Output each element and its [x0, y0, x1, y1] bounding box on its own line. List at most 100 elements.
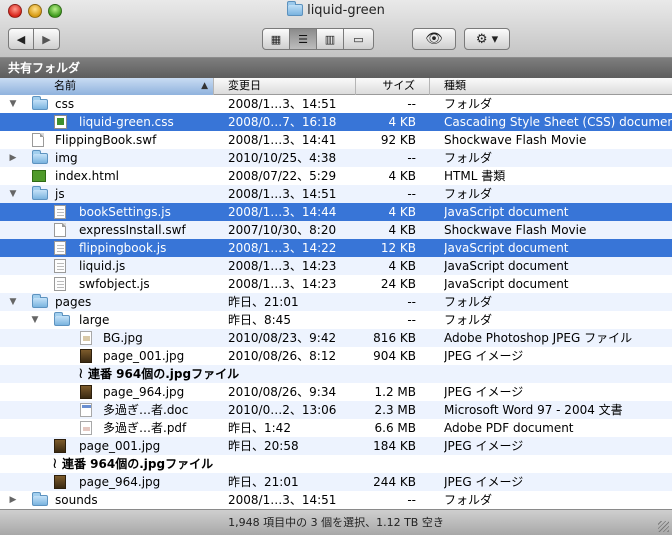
- file-kind: JavaScript document: [444, 259, 569, 273]
- file-row[interactable]: 多過ぎ…者.doc 2010/0…2、13:06 2.3 MB Microsoft W…: [0, 401, 672, 419]
- location-bar: 共有フォルダ: [0, 58, 672, 78]
- column-header-kind[interactable]: 種類: [430, 78, 672, 95]
- folder-row[interactable]: ▼ large 昨日、8:45 -- フォルダ: [0, 311, 672, 329]
- modified-date: 2008/1…3、14:51: [228, 187, 337, 201]
- file-name: liquid-green.css: [79, 115, 174, 129]
- modified-date: 昨日、20:58: [228, 439, 299, 453]
- sort-ascending-icon: ▲: [201, 81, 208, 91]
- file-row[interactable]: swfobject.js 2008/1…3、14:23 24 KB JavaScrip…: [0, 275, 672, 293]
- cover-flow-icon: ▭: [353, 32, 364, 46]
- name-cell: page_964.jpg: [0, 473, 214, 491]
- modified-date: 2010/08/26、9:34: [228, 385, 337, 399]
- jpeg-thumbnail-icon: [54, 475, 66, 489]
- file-row[interactable]: liquid-green.css 2008/0…7、16:18 4 KB Cascad…: [0, 113, 672, 131]
- file-name: page_964.jpg: [79, 475, 161, 489]
- disclosure-expanded-icon[interactable]: ▼: [8, 95, 18, 113]
- file-size: --: [407, 97, 416, 111]
- file-row[interactable]: flippingbook.js 2008/1…3、14:22 12 KB JavaSc…: [0, 239, 672, 257]
- file-row[interactable]: BG.jpg 2010/08/23、9:42 816 KB Adobe Photosh…: [0, 329, 672, 347]
- file-name: liquid.js: [79, 259, 126, 273]
- file-size: 4 KB: [388, 115, 416, 129]
- file-size: 24 KB: [380, 277, 416, 291]
- forward-button[interactable]: ▶: [33, 28, 60, 50]
- modified-date: 昨日、8:45: [228, 313, 291, 327]
- name-cell: BG.jpg: [0, 329, 214, 347]
- file-name: 多過ぎ…者.doc: [103, 403, 189, 417]
- file-kind: フォルダ: [444, 493, 493, 507]
- file-row[interactable]: index.html 2008/07/22、5:29 4 KB HTML 書類: [0, 167, 672, 185]
- resize-grip-icon[interactable]: [658, 521, 669, 532]
- file-size: 244 KB: [373, 475, 416, 489]
- name-cell: liquid-green.css: [0, 113, 214, 131]
- column-header-size-label: サイズ: [382, 79, 415, 92]
- folder-row[interactable]: ▶ sounds 2008/1…3、14:51 -- フォルダ: [0, 491, 672, 509]
- folder-icon: [32, 96, 48, 110]
- file-name: css: [55, 97, 75, 111]
- ellipsis-squiggle-icon: ≀: [78, 365, 84, 382]
- file-size: --: [407, 493, 416, 507]
- file-row[interactable]: FlippingBook.swf 2008/1…3、14:41 92 KB Shock…: [0, 131, 672, 149]
- file-name: img: [55, 151, 78, 165]
- modified-date: 2008/1…3、14:41: [228, 133, 337, 147]
- column-header-kind-label: 種類: [444, 79, 466, 92]
- file-kind: JPEG イメージ: [444, 349, 524, 363]
- column-header-name[interactable]: 名前 ▲: [0, 78, 214, 95]
- file-name: js: [55, 187, 65, 201]
- file-name: large: [79, 313, 110, 327]
- file-size: 816 KB: [373, 331, 416, 345]
- disclosure-expanded-icon[interactable]: ▼: [8, 185, 18, 203]
- name-cell: ▶ sounds: [0, 491, 214, 509]
- file-row[interactable]: bookSettings.js 2008/1…3、14:44 4 KB JavaScr…: [0, 203, 672, 221]
- file-name: swfobject.js: [79, 277, 150, 291]
- annotation-text: 連番 964個の.jpgファイル: [88, 367, 240, 381]
- folder-row[interactable]: ▼ js 2008/1…3、14:51 -- フォルダ: [0, 185, 672, 203]
- folder-icon: [32, 186, 48, 200]
- column-header-date[interactable]: 変更日: [214, 78, 356, 95]
- column-header-size[interactable]: サイズ: [356, 78, 430, 95]
- swf-file-icon: [54, 223, 66, 237]
- icon-view-button[interactable]: ▦: [262, 28, 290, 50]
- file-row[interactable]: page_964.jpg 昨日、21:01 244 KB JPEG イメージ: [0, 473, 672, 491]
- file-name: FlippingBook.swf: [55, 133, 157, 147]
- column-view-button[interactable]: ▥: [316, 28, 344, 50]
- file-size: 4 KB: [388, 223, 416, 237]
- file-kind: JavaScript document: [444, 241, 569, 255]
- quick-look-button[interactable]: 👁: [412, 28, 456, 50]
- modified-date: 2008/1…3、14:22: [228, 241, 337, 255]
- location-label: 共有フォルダ: [8, 61, 81, 75]
- file-name: page_964.jpg: [103, 385, 185, 399]
- list-view-button[interactable]: ☰: [289, 28, 317, 50]
- disclosure-collapsed-icon[interactable]: ▶: [8, 491, 18, 509]
- modified-date: 2007/10/30、8:20: [228, 223, 337, 237]
- file-size: 4 KB: [388, 205, 416, 219]
- modified-date: 2010/10/25、4:38: [228, 151, 337, 165]
- action-menu-button[interactable]: ⚙ ▾: [464, 28, 510, 50]
- name-cell: ▼ large: [0, 311, 214, 329]
- disclosure-collapsed-icon[interactable]: ▶: [8, 149, 18, 167]
- file-name: flippingbook.js: [79, 241, 167, 255]
- file-size: 92 KB: [380, 133, 416, 147]
- file-kind: Shockwave Flash Movie: [444, 133, 587, 147]
- file-row[interactable]: page_001.jpg 昨日、20:58 184 KB JPEG イメージ: [0, 437, 672, 455]
- file-size: 904 KB: [373, 349, 416, 363]
- folder-row[interactable]: ▼ pages 昨日、21:01 -- フォルダ: [0, 293, 672, 311]
- file-row[interactable]: 多過ぎ…者.pdf 昨日、1:42 6.6 MB Adobe PDF document: [0, 419, 672, 437]
- file-row[interactable]: expressInstall.swf 2007/10/30、8:20 4 KB Sho…: [0, 221, 672, 239]
- annotation-text: 連番 964個の.jpgファイル: [62, 457, 214, 471]
- file-row[interactable]: liquid.js 2008/1…3、14:23 4 KB JavaScript do…: [0, 257, 672, 275]
- file-name: page_001.jpg: [103, 349, 185, 363]
- file-kind: Adobe PDF document: [444, 421, 574, 435]
- file-kind: フォルダ: [444, 313, 493, 327]
- back-button[interactable]: ◀: [8, 28, 34, 50]
- folder-row[interactable]: ▶ img 2010/10/25、4:38 -- フォルダ: [0, 149, 672, 167]
- file-kind: JPEG イメージ: [444, 475, 524, 489]
- file-row[interactable]: page_001.jpg 2010/08/26、8:12 904 KB JPEG イメ…: [0, 347, 672, 365]
- cover-flow-button[interactable]: ▭: [343, 28, 374, 50]
- disclosure-expanded-icon[interactable]: ▼: [30, 311, 40, 329]
- file-kind: Microsoft Word 97 - 2004 文書: [444, 403, 623, 417]
- folder-row[interactable]: ▼ css 2008/1…3、14:51 -- フォルダ: [0, 95, 672, 113]
- file-row[interactable]: page_964.jpg 2010/08/26、9:34 1.2 MB JPEG イメ…: [0, 383, 672, 401]
- modified-date: 昨日、21:01: [228, 475, 299, 489]
- disclosure-expanded-icon[interactable]: ▼: [8, 293, 18, 311]
- ellipsis-squiggle-icon: ≀: [52, 455, 58, 472]
